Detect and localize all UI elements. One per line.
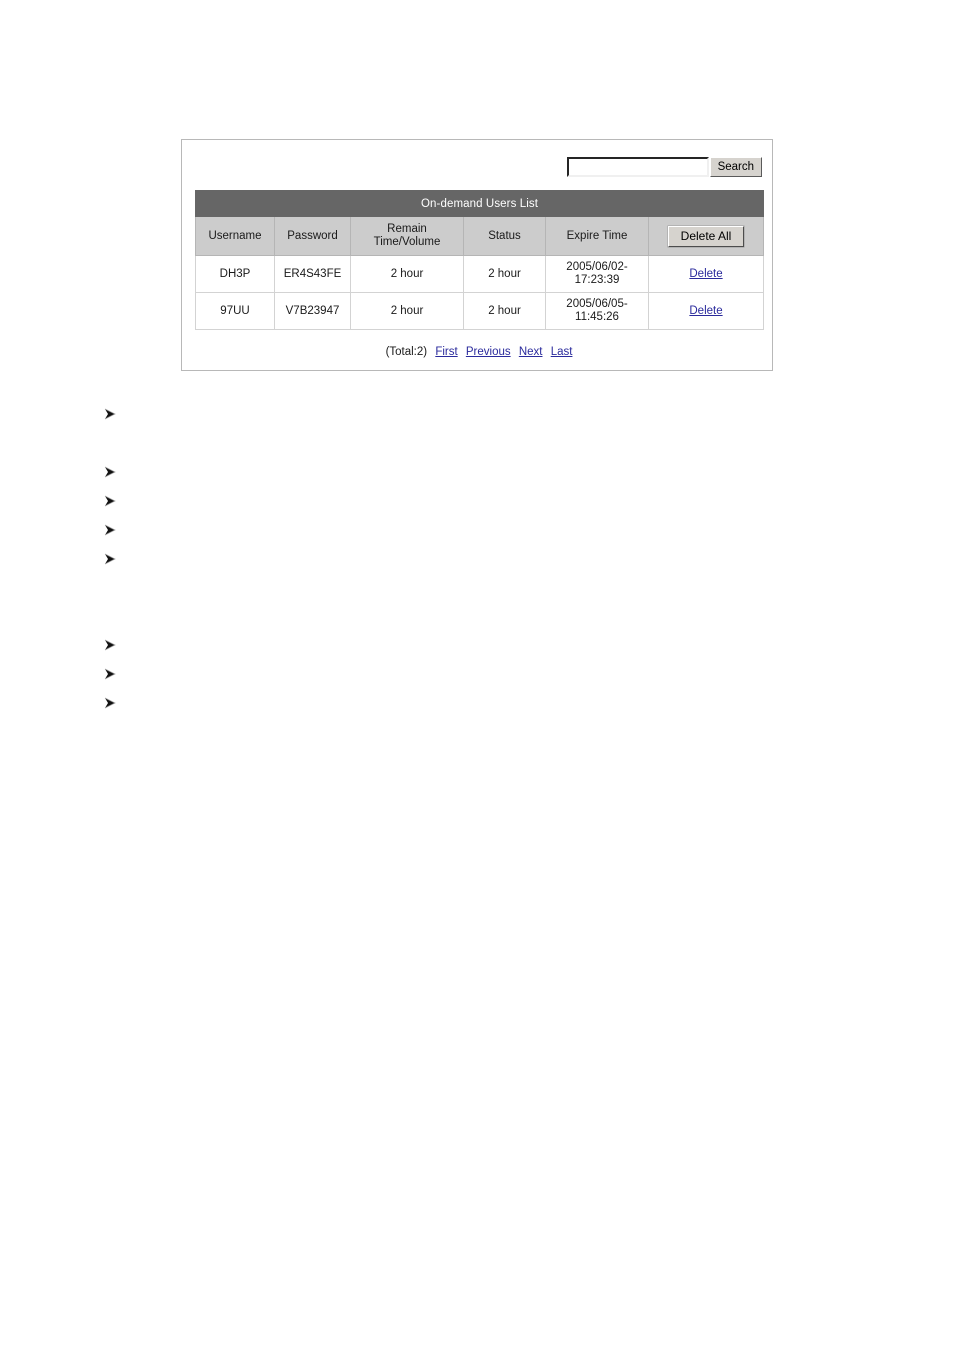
cell-remain-time-volume: 2 hour xyxy=(350,255,464,293)
search-input[interactable] xyxy=(566,157,709,177)
arrow-bullet-icon xyxy=(103,494,117,508)
column-header-actions: Delete All xyxy=(647,216,765,256)
ondemand-users-screenshot: Search On-demand Users List Username Pas… xyxy=(181,139,773,371)
arrow-bullet-icon xyxy=(103,638,117,652)
pagination: (Total:2) First Previous Next Last xyxy=(195,346,763,358)
expire-clock: 11:45:26 xyxy=(575,311,619,323)
expire-date: 2005/06/05- xyxy=(566,298,628,310)
cell-username: 97UU xyxy=(195,292,275,330)
table-title-row: On-demand Users List xyxy=(194,190,765,217)
cell-remain-time-volume: 2 hour xyxy=(350,292,464,330)
pagination-last[interactable]: Last xyxy=(551,346,573,358)
arrow-bullet-icon xyxy=(103,407,117,421)
delete-link[interactable]: Delete xyxy=(689,305,722,317)
column-header-password: Password xyxy=(274,216,351,256)
arrow-bullet-icon xyxy=(103,523,117,537)
arrow-bullet-icon xyxy=(103,465,117,479)
arrow-bullet-icon xyxy=(103,667,117,681)
column-header-remain-time-volume: Remain Time/Volume xyxy=(350,216,464,256)
arrow-bullet-icon xyxy=(103,552,117,566)
column-header-status: Status xyxy=(463,216,546,256)
pagination-total: (Total:2) xyxy=(385,346,428,358)
cell-status: 2 hour xyxy=(463,292,546,330)
search-row: Search xyxy=(566,157,762,177)
table-row: 97UU V7B23947 2 hour 2 hour 2005/06/05- … xyxy=(195,292,765,330)
table-header-row: Username Password Remain Time/Volume Sta… xyxy=(195,216,765,256)
table-title: On-demand Users List xyxy=(194,190,765,217)
expire-clock: 17:23:39 xyxy=(574,274,620,286)
pagination-first[interactable]: First xyxy=(435,346,457,358)
pagination-previous[interactable]: Previous xyxy=(466,346,511,358)
column-header-remain-line1: Remain xyxy=(387,223,427,235)
cell-status: 2 hour xyxy=(463,255,546,293)
ondemand-users-table: On-demand Users List Username Password R… xyxy=(194,190,765,330)
delete-all-button[interactable]: Delete All xyxy=(667,225,745,247)
cell-expire-time: 2005/06/05- 11:45:26 xyxy=(545,292,649,330)
search-button[interactable]: Search xyxy=(709,157,762,177)
cell-username: DH3P xyxy=(195,255,275,293)
column-header-username: Username xyxy=(195,216,275,256)
column-header-remain-line2: Time/Volume xyxy=(373,236,441,248)
column-header-expire-time: Expire Time xyxy=(545,216,649,256)
expire-date: 2005/06/02- xyxy=(566,261,628,273)
pagination-next[interactable]: Next xyxy=(519,346,543,358)
delete-link[interactable]: Delete xyxy=(689,268,722,280)
cell-action: Delete xyxy=(647,255,765,293)
cell-password: V7B23947 xyxy=(274,292,351,330)
table-row: DH3P ER4S43FE 2 hour 2 hour 2005/06/02- … xyxy=(195,255,765,293)
cell-action: Delete xyxy=(647,292,765,330)
cell-expire-time: 2005/06/02- 17:23:39 xyxy=(545,255,649,293)
cell-password: ER4S43FE xyxy=(274,255,351,293)
arrow-bullet-icon xyxy=(103,696,117,710)
